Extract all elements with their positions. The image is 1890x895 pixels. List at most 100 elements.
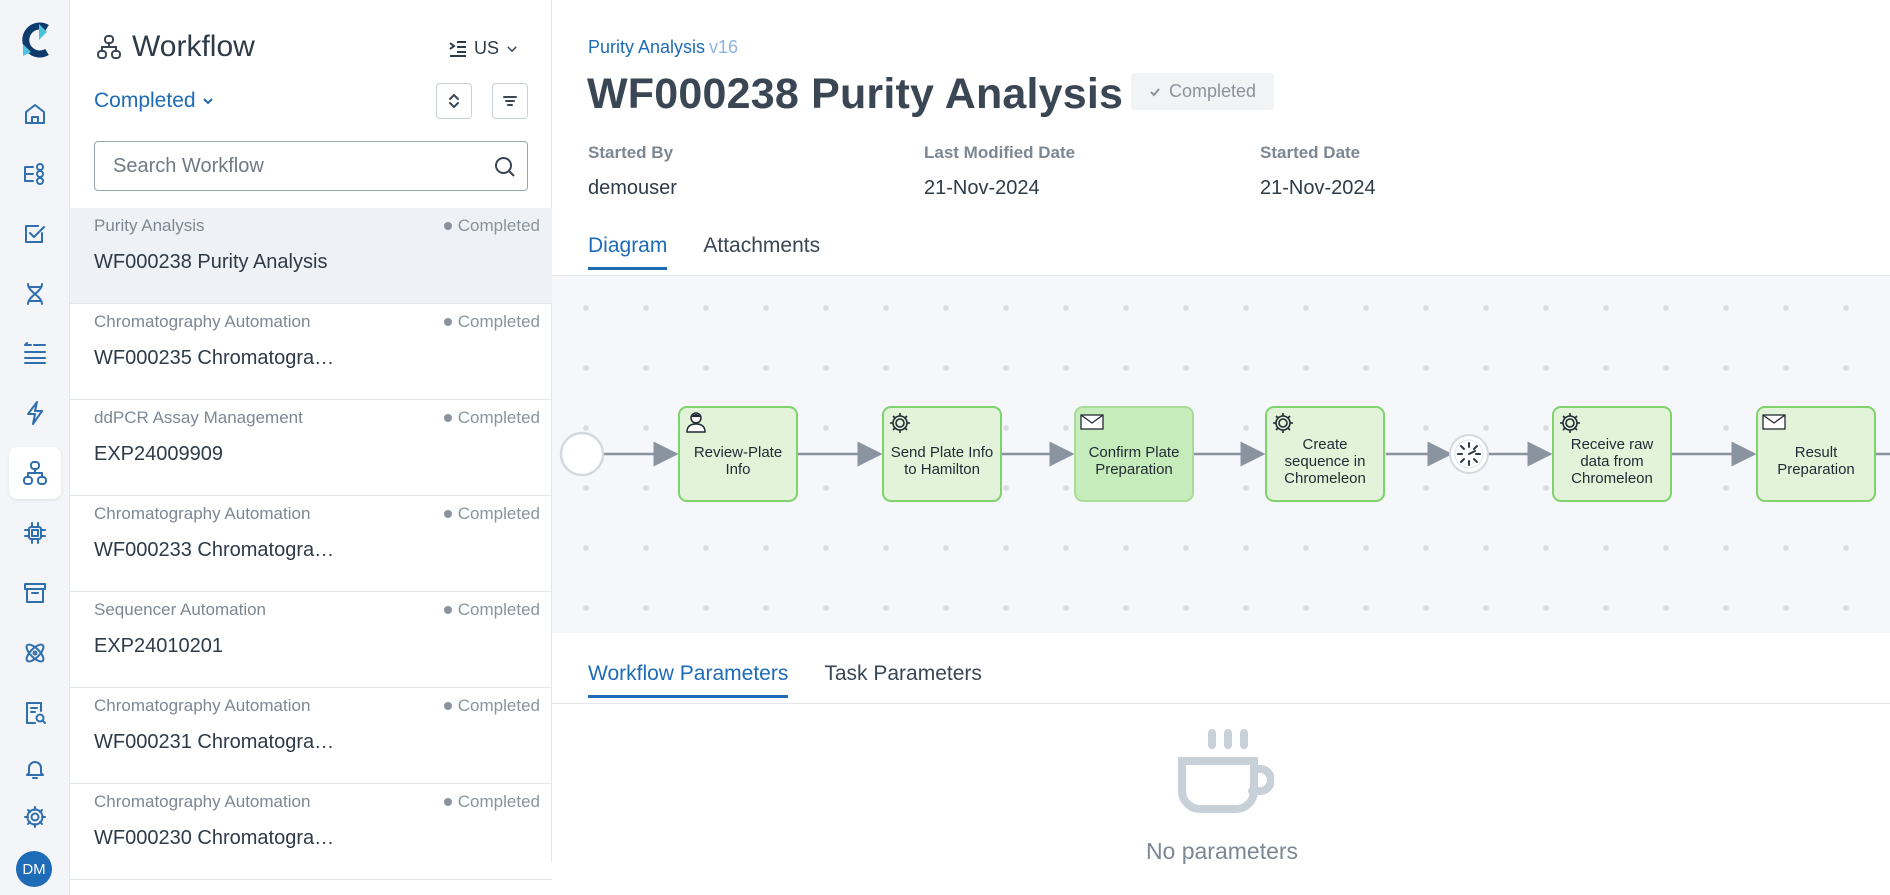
app-logo[interactable] [17,22,51,58]
workflow-category: Sequencer Automation [94,600,267,619]
status-filter-label: Completed [94,89,196,112]
nav-workflow-button[interactable] [9,447,61,499]
workflow-status-label: Completed [457,408,540,427]
meta-value: 21-Nov-2024 [924,177,1040,199]
envelope-icon [1762,411,1786,433]
search-input[interactable] [95,142,475,190]
workflow-list-item[interactable]: ddPCR Assay Management Completed EXP240099… [70,400,552,496]
nav-chip-button[interactable] [9,507,61,559]
region-selector[interactable]: US [448,38,519,59]
nav-gear-button[interactable] [9,791,61,843]
task-label: Receive raw data from Chromeleon [1570,435,1654,487]
tab-workflow-parameters[interactable]: Workflow Parameters [588,650,789,698]
nav-lightning-button[interactable] [9,387,61,439]
workflow-detail: Purity Analysis v16 WF000238 Purity Analy… [552,0,1890,895]
detail-tabs: Diagram Attachments [588,222,820,270]
breadcrumb-link[interactable]: Purity Analysis [588,37,705,57]
workflow-status: Completed [443,408,540,428]
dna-icon [27,283,43,305]
meta-value: 21-Nov-2024 [1260,177,1376,199]
task-label: Send Plate Info to Hamilton [890,444,994,478]
diagram-canvas[interactable]: Review-Plate Info Send Plate Info to Hami… [552,275,1890,633]
task-service-task[interactable]: Receive raw data from Chromeleon [1552,406,1672,502]
status-filter-dropdown[interactable]: Completed [94,89,214,113]
panel-title: Workflow [96,30,255,64]
user-avatar[interactable]: DM [16,851,52,887]
envelope-icon [1762,414,1786,430]
search-icon[interactable] [493,155,517,179]
workflow-status: Completed [443,312,540,332]
workflow-category: Chromatography Automation [94,504,311,523]
status-badge: Completed [1131,73,1275,110]
atom-icon [25,643,45,663]
task-receive-task[interactable]: Confirm Plate Preparation [1074,406,1194,502]
empty-state-text: No parameters [1145,838,1299,864]
workflow-status-label: Completed [457,696,540,715]
envelope-icon [1080,411,1104,433]
filter-button[interactable] [492,83,528,119]
workflow-category: Chromatography Automation [94,696,311,715]
workflow-list: Purity Analysis Completed WF000238 Purity … [70,208,552,880]
envelope-icon [1080,414,1104,430]
lightning-icon [27,401,43,425]
chevron-down-icon [202,98,213,105]
tab-attachments[interactable]: Attachments [703,222,820,270]
gear-icon [1271,411,1295,433]
gear-icon [24,806,46,828]
status-dot-icon [443,414,452,422]
check-icon [1150,87,1160,96]
workflow-icon [97,35,121,59]
meta-started-by: Started By demouser [588,143,677,200]
nav-archive-button[interactable] [9,567,61,619]
task-label: Create sequence in Chromeleon [1284,435,1366,487]
status-dot-icon [443,510,452,518]
workflow-list-item[interactable]: Chromatography Automation Completed WF0002… [70,784,552,880]
tab-task-parameters[interactable]: Task Parameters [824,650,982,698]
workflow-category: ddPCR Assay Management [94,408,303,427]
workflow-status-label: Completed [457,504,540,523]
search-box [94,141,528,191]
filter-icon [503,96,517,106]
status-badge-label: Completed [1169,81,1257,101]
nav-rail: DM [0,0,70,895]
nav-task-check-button[interactable] [9,208,61,260]
task-receive-task[interactable]: Result Preparation [1756,406,1876,502]
nav-bell-button[interactable] [9,743,61,795]
gear-icon [888,411,912,433]
user-icon [684,411,708,433]
archive-icon [24,583,46,603]
workflow-name: WF000235 Chromatography Automation [94,347,344,369]
workflow-list-item[interactable]: Chromatography Automation Completed WF0002… [70,688,552,784]
meta-label: Last Modified Date [924,143,1076,162]
parameter-tabs: Workflow Parameters Task Parameters [588,650,982,698]
version-label: v16 [709,37,739,57]
document-search-icon [26,702,46,724]
nav-home-button[interactable] [9,88,61,140]
workflow-list-item[interactable]: Chromatography Automation Completed WF0002… [70,304,552,400]
divider [552,703,1890,704]
nav-flow-button[interactable] [9,148,61,200]
workflow-status-label: Completed [457,600,540,619]
task-service-task[interactable]: Create sequence in Chromeleon [1265,406,1385,502]
workflow-list-item[interactable]: Sequencer Automation Completed EXP24010201 [70,592,552,688]
workflow-category: Chromatography Automation [94,312,311,331]
nav-document-search-button[interactable] [9,687,61,739]
home-icon [25,104,45,124]
workflow-category: Purity Analysis [94,216,205,235]
task-service-task[interactable]: Send Plate Info to Hamilton [882,406,1002,502]
nav-atom-button[interactable] [9,627,61,679]
sort-button[interactable] [436,83,472,119]
status-dot-icon [443,798,452,806]
workflow-status: Completed [443,216,540,236]
workflow-list-item[interactable]: Purity Analysis Completed WF000238 Purity … [70,208,552,304]
workflow-status-label: Completed [457,216,540,235]
tab-diagram[interactable]: Diagram [588,222,668,270]
task-check-icon [25,225,45,243]
task-user-task[interactable]: Review-Plate Info [678,406,798,502]
workflow-status: Completed [443,792,540,812]
nav-dna-button[interactable] [9,268,61,320]
workflow-name: WF000230 Chromatography Automation [94,827,344,849]
nav-list-button[interactable] [9,327,61,379]
chevron-down-icon [507,45,517,52]
workflow-list-item[interactable]: Chromatography Automation Completed WF0002… [70,496,552,592]
